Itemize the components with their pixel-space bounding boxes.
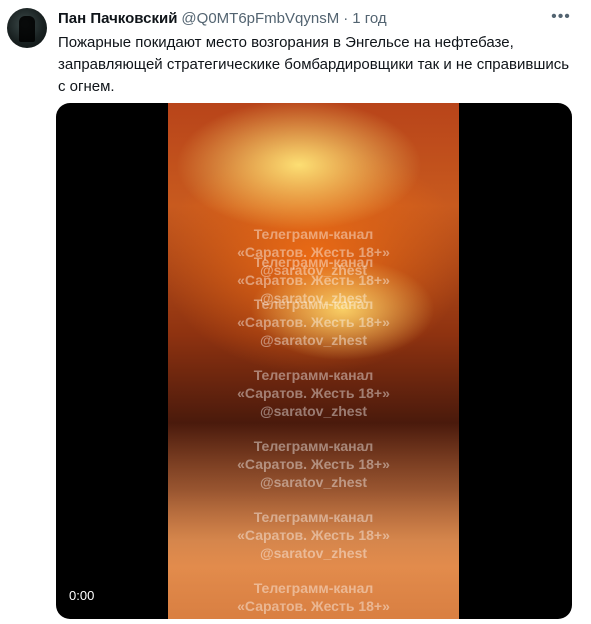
avatar[interactable] xyxy=(7,8,47,48)
video-frame: Телеграмм-канал «Саратов. Жесть 18+» @sara… xyxy=(168,103,459,619)
watermark: Телеграмм-канал «Саратов. Жесть 18+» @sara… xyxy=(237,226,390,278)
more-dots-icon[interactable]: ••• xyxy=(548,6,574,28)
author-name[interactable]: Пан Пачковский xyxy=(58,10,177,27)
watermark: Телеграмм-канал «Саратов. Жесть 18+» @sara… xyxy=(237,438,390,490)
tweet-text: Пожарные покидают место возгорания в Энг… xyxy=(58,34,570,95)
video-time: 0:00 xyxy=(69,588,95,603)
watermark: Телеграмм-канал «Саратов. Жесть 18+» @sara… xyxy=(237,296,390,348)
watermark: Телеграмм-канал «Саратов. Жесть 18+» xyxy=(237,580,390,614)
separator-dot: · xyxy=(343,10,349,27)
watermark: Телеграмм-канал «Саратов. Жесть 18+» @sara… xyxy=(237,509,390,561)
tweet[interactable]: Пан Пачковский @Q0MT6pFmbVqynsM · 1 год … xyxy=(0,0,591,624)
author-handle[interactable]: @Q0MT6pFmbVqynsM xyxy=(181,10,339,27)
tweet-header: Пан Пачковский @Q0MT6pFmbVqynsM · 1 год xyxy=(58,10,387,27)
video-player[interactable]: Телеграмм-канал «Саратов. Жесть 18+» @sara… xyxy=(56,103,572,619)
tweet-time[interactable]: 1 год xyxy=(352,10,386,27)
watermark: Телеграмм-канал «Саратов. Жесть 18+» @sara… xyxy=(237,367,390,419)
